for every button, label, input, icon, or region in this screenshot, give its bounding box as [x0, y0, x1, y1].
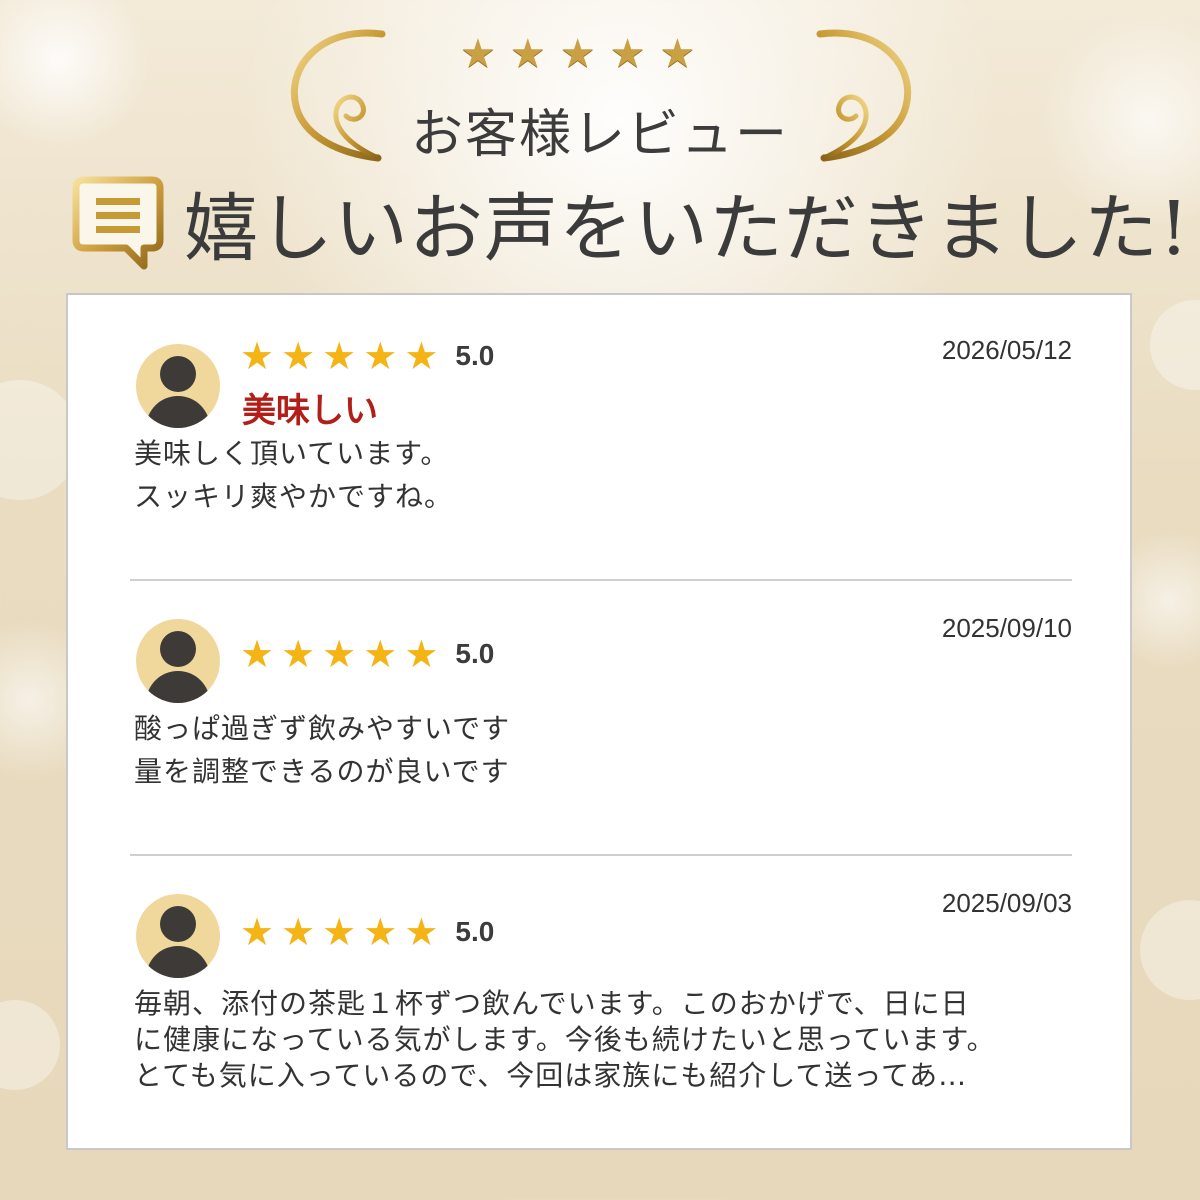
star-rating: ★ ★ ★ ★ ★ 5.0 — [240, 913, 494, 951]
review-item: ★ ★ ★ ★ ★ 5.0 2026/05/12 美味しい 美味しく頂いています… — [68, 295, 1134, 580]
star-rating: ★ ★ ★ ★ ★ 5.0 — [240, 337, 494, 375]
review-text-line: 酸っぱ過ぎず飲みやすいです — [134, 712, 511, 745]
title-row: 嬉しいお声をいただきました! — [70, 172, 1190, 272]
review-card: ★ ★ ★ ★ ★ 5.0 2026/05/12 美味しい 美味しく頂いています… — [66, 293, 1132, 1150]
star-icon: ★ — [460, 31, 496, 77]
star-icon: ★ — [559, 31, 596, 77]
rating-value: 5.0 — [455, 916, 495, 947]
star-icon: ★ — [363, 910, 398, 954]
star-icon: ★ — [240, 632, 275, 676]
avatar — [136, 894, 220, 978]
review-item: ★ ★ ★ ★ ★ 5.0 2025/09/10 酸っぱ過ぎず飲みやすいです 量… — [68, 580, 1134, 855]
star-icon: ★ — [363, 632, 398, 676]
review-text-line: とても気に入っているので、今回は家族にも紹介して送ってあ… — [134, 1059, 968, 1092]
star-icon: ★ — [659, 31, 696, 77]
star-icon: ★ — [281, 910, 316, 954]
bokeh-light — [1140, 900, 1200, 1000]
avatar — [136, 344, 220, 428]
bokeh-light — [0, 1000, 60, 1090]
star-icon: ★ — [404, 334, 439, 378]
star-icon: ★ — [322, 334, 357, 378]
rating-value: 5.0 — [455, 340, 495, 371]
chat-bubble-icon — [72, 176, 164, 270]
star-icon: ★ — [322, 632, 357, 676]
review-date: 2026/05/12 — [941, 335, 1072, 365]
review-item: ★ ★ ★ ★ ★ 5.0 2025/09/03 毎朝、添付の茶匙１杯ずつ飲んで… — [68, 855, 1134, 1150]
star-icon: ★ — [281, 334, 316, 378]
star-icon: ★ — [404, 632, 439, 676]
review-text-line: 美味しく頂いています。 — [134, 437, 450, 470]
bokeh-light — [1150, 300, 1200, 390]
star-icon: ★ — [509, 31, 546, 77]
avatar — [136, 619, 220, 703]
review-date: 2025/09/03 — [941, 888, 1072, 918]
review-title: 美味しい — [242, 391, 378, 431]
star-icon: ★ — [404, 910, 439, 954]
review-text-line: 毎朝、添付の茶匙１杯ずつ飲んでいます。このおかげで、日に日 — [134, 987, 970, 1020]
top-stars: ★ ★ ★ ★ ★ — [460, 34, 695, 74]
review-date: 2025/09/10 — [941, 613, 1072, 643]
star-icon: ★ — [609, 31, 646, 77]
star-icon: ★ — [281, 632, 316, 676]
star-rating: ★ ★ ★ ★ ★ 5.0 — [240, 635, 494, 673]
rating-value: 5.0 — [455, 638, 495, 669]
review-text-line: 量を調整できるのが良いです — [134, 755, 510, 788]
star-icon: ★ — [240, 334, 275, 378]
review-text-line: に健康になっている気がします。今後も続けたいと思っています。 — [134, 1023, 996, 1056]
review-text-line: スッキリ爽やかですね。 — [134, 480, 454, 513]
star-icon: ★ — [363, 334, 398, 378]
section-subtitle: お客様レビュー — [410, 105, 789, 165]
page-title: 嬉しいお声をいただきました! — [184, 185, 1190, 272]
header: ★ ★ ★ ★ ★ お客様レビュー 嬉しいお声をいただきました! — [0, 0, 1200, 290]
star-icon: ★ — [322, 910, 357, 954]
star-icon: ★ — [240, 910, 275, 954]
